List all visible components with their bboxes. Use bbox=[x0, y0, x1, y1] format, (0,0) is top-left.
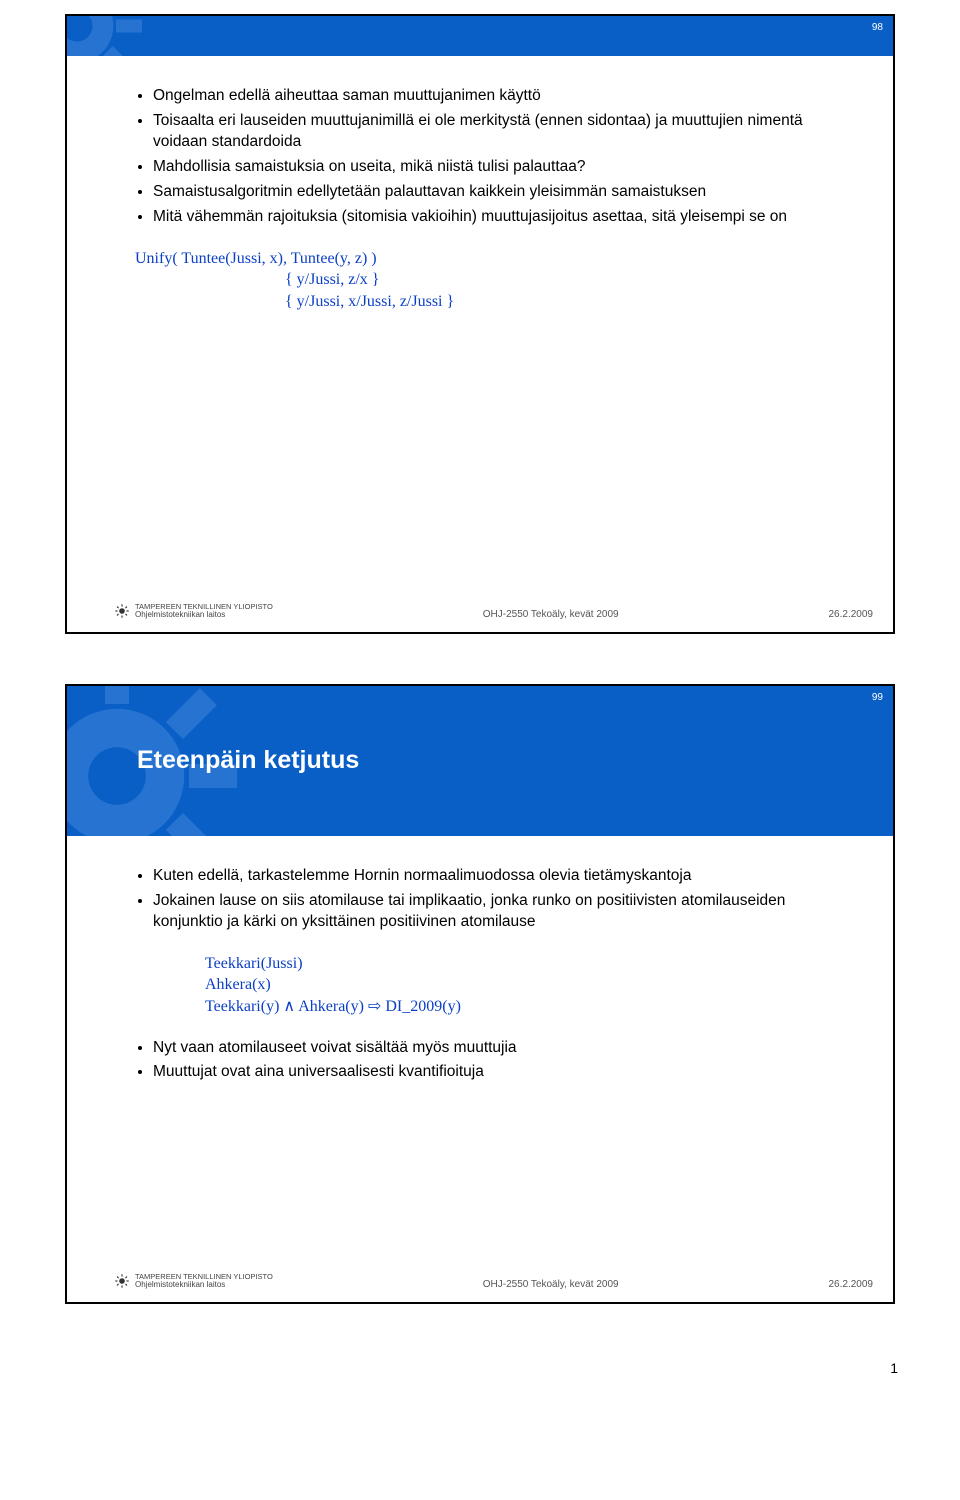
slide-body: Kuten edellä, tarkastelemme Hornin norma… bbox=[67, 836, 893, 1097]
code-block: Unify( Tuntee(Jussi, x), Tuntee(y, z) ) … bbox=[135, 248, 843, 313]
slide-footer: TAMPEREEN TEKNILLINEN YLIOPISTO Ohjelmis… bbox=[115, 603, 873, 620]
bullet-list: Ongelman edellä aiheuttaa saman muuttuja… bbox=[135, 86, 843, 228]
slide-number: 99 bbox=[872, 692, 883, 703]
page-number: 1 bbox=[0, 1354, 960, 1396]
slide-footer: TAMPEREEN TEKNILLINEN YLIOPISTO Ohjelmis… bbox=[115, 1273, 873, 1290]
code-line: Ahkera(x) bbox=[205, 974, 843, 996]
list-item: Samaistusalgoritmin edellytetään palautt… bbox=[153, 182, 843, 203]
list-item: Kuten edellä, tarkastelemme Hornin norma… bbox=[153, 866, 843, 887]
slide-header: 98 bbox=[67, 16, 893, 56]
list-item: Mitä vähemmän rajoituksia (sitomisia vak… bbox=[153, 207, 843, 228]
bullet-list: Kuten edellä, tarkastelemme Hornin norma… bbox=[135, 866, 843, 933]
footer-date: 26.2.2009 bbox=[829, 609, 874, 620]
code-line: { y/Jussi, x/Jussi, z/Jussi } bbox=[285, 291, 843, 313]
list-item: Muuttujat ovat aina universaalisesti kva… bbox=[153, 1062, 843, 1083]
footer-left: TAMPEREEN TEKNILLINEN YLIOPISTO Ohjelmis… bbox=[115, 1273, 273, 1290]
code-line: Unify( Tuntee(Jussi, x), Tuntee(y, z) ) bbox=[135, 248, 843, 270]
university-logo-icon bbox=[115, 1274, 129, 1288]
slide-header: 99 Eteenpäin ketjutus bbox=[67, 686, 893, 836]
slide-99: 99 Eteenpäin ketjutus Kuten edellä, tark… bbox=[65, 684, 895, 1304]
gear-icon bbox=[67, 16, 167, 56]
slide-title: Eteenpäin ketjutus bbox=[137, 746, 359, 775]
slide-98: 98 Ongelman edellä aiheuttaa saman muutt… bbox=[65, 14, 895, 634]
code-line: Teekkari(Jussi) bbox=[205, 953, 843, 975]
list-item: Nyt vaan atomilauseet voivat sisältää my… bbox=[153, 1038, 843, 1059]
code-line: { y/Jussi, z/x } bbox=[285, 269, 843, 291]
list-item: Toisaalta eri lauseiden muuttujanimillä … bbox=[153, 111, 843, 153]
code-block: Teekkari(Jussi) Ahkera(x) Teekkari(y) ∧ … bbox=[205, 953, 843, 1018]
bullet-list: Nyt vaan atomilauseet voivat sisältää my… bbox=[135, 1038, 843, 1084]
code-line: Teekkari(y) ∧ Ahkera(y) ⇨ DI_2009(y) bbox=[205, 996, 843, 1018]
slide-body: Ongelman edellä aiheuttaa saman muuttuja… bbox=[67, 56, 893, 322]
list-item: Jokainen lause on siis atomilause tai im… bbox=[153, 891, 843, 933]
footer-date: 26.2.2009 bbox=[829, 1279, 874, 1290]
footer-course: OHJ-2550 Tekoäly, kevät 2009 bbox=[483, 609, 619, 620]
footer-left: TAMPEREEN TEKNILLINEN YLIOPISTO Ohjelmis… bbox=[115, 603, 273, 620]
list-item: Ongelman edellä aiheuttaa saman muuttuja… bbox=[153, 86, 843, 107]
footer-department: Ohjelmistotekniikan laitos bbox=[135, 1281, 273, 1290]
footer-department: Ohjelmistotekniikan laitos bbox=[135, 611, 273, 620]
footer-course: OHJ-2550 Tekoäly, kevät 2009 bbox=[483, 1279, 619, 1290]
list-item: Mahdollisia samaistuksia on useita, mikä… bbox=[153, 157, 843, 178]
slide-number: 98 bbox=[872, 22, 883, 33]
university-logo-icon bbox=[115, 604, 129, 618]
